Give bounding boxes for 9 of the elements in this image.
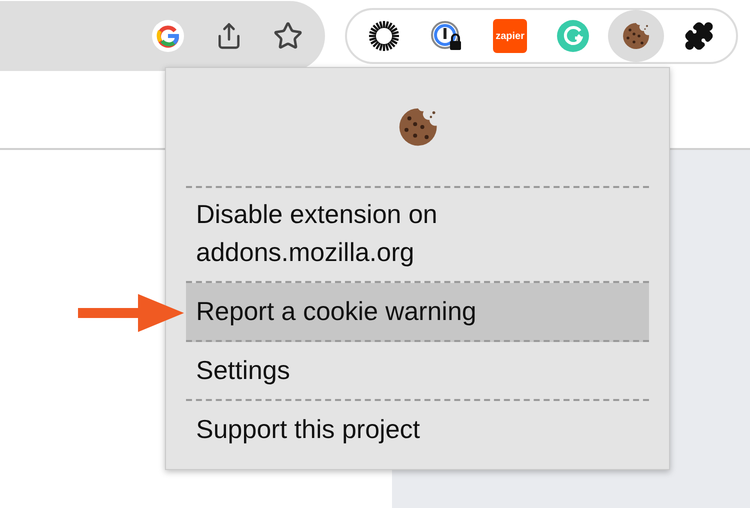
zapier-logo-icon: zapier — [493, 19, 528, 53]
bookmark-star-button[interactable] — [273, 21, 303, 51]
menu-item[interactable]: Report a cookie warning — [186, 283, 649, 342]
sunburst-icon — [368, 20, 400, 52]
google-search-button[interactable] — [151, 19, 185, 53]
menu-item[interactable]: Settings — [186, 342, 649, 401]
grammar-icon — [556, 19, 590, 53]
menu-item[interactable]: Support this project — [186, 401, 649, 458]
extensions-puzzle-icon — [684, 21, 714, 51]
